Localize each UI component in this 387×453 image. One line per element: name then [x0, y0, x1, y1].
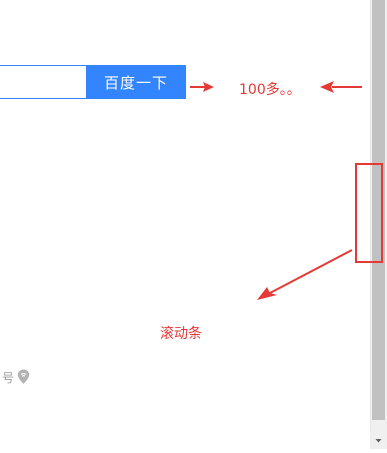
- chevron-down-icon: [375, 439, 382, 443]
- arrow-left-icon: [320, 81, 362, 93]
- icp-license-text[interactable]: 号: [0, 369, 14, 386]
- annotation-width-note: 100多。。: [239, 82, 301, 98]
- arrow-right-icon: [190, 82, 214, 92]
- location-pin-icon: [17, 369, 30, 384]
- arrow-diagonal-icon: [257, 249, 353, 300]
- annotation-scrollbar-note: 滚动条: [160, 326, 202, 342]
- scrollbar-down-arrow[interactable]: [370, 432, 387, 449]
- search-button[interactable]: 百度一下: [86, 65, 186, 99]
- scrollbar-highlight-box: [355, 163, 383, 263]
- search-input[interactable]: [0, 65, 86, 99]
